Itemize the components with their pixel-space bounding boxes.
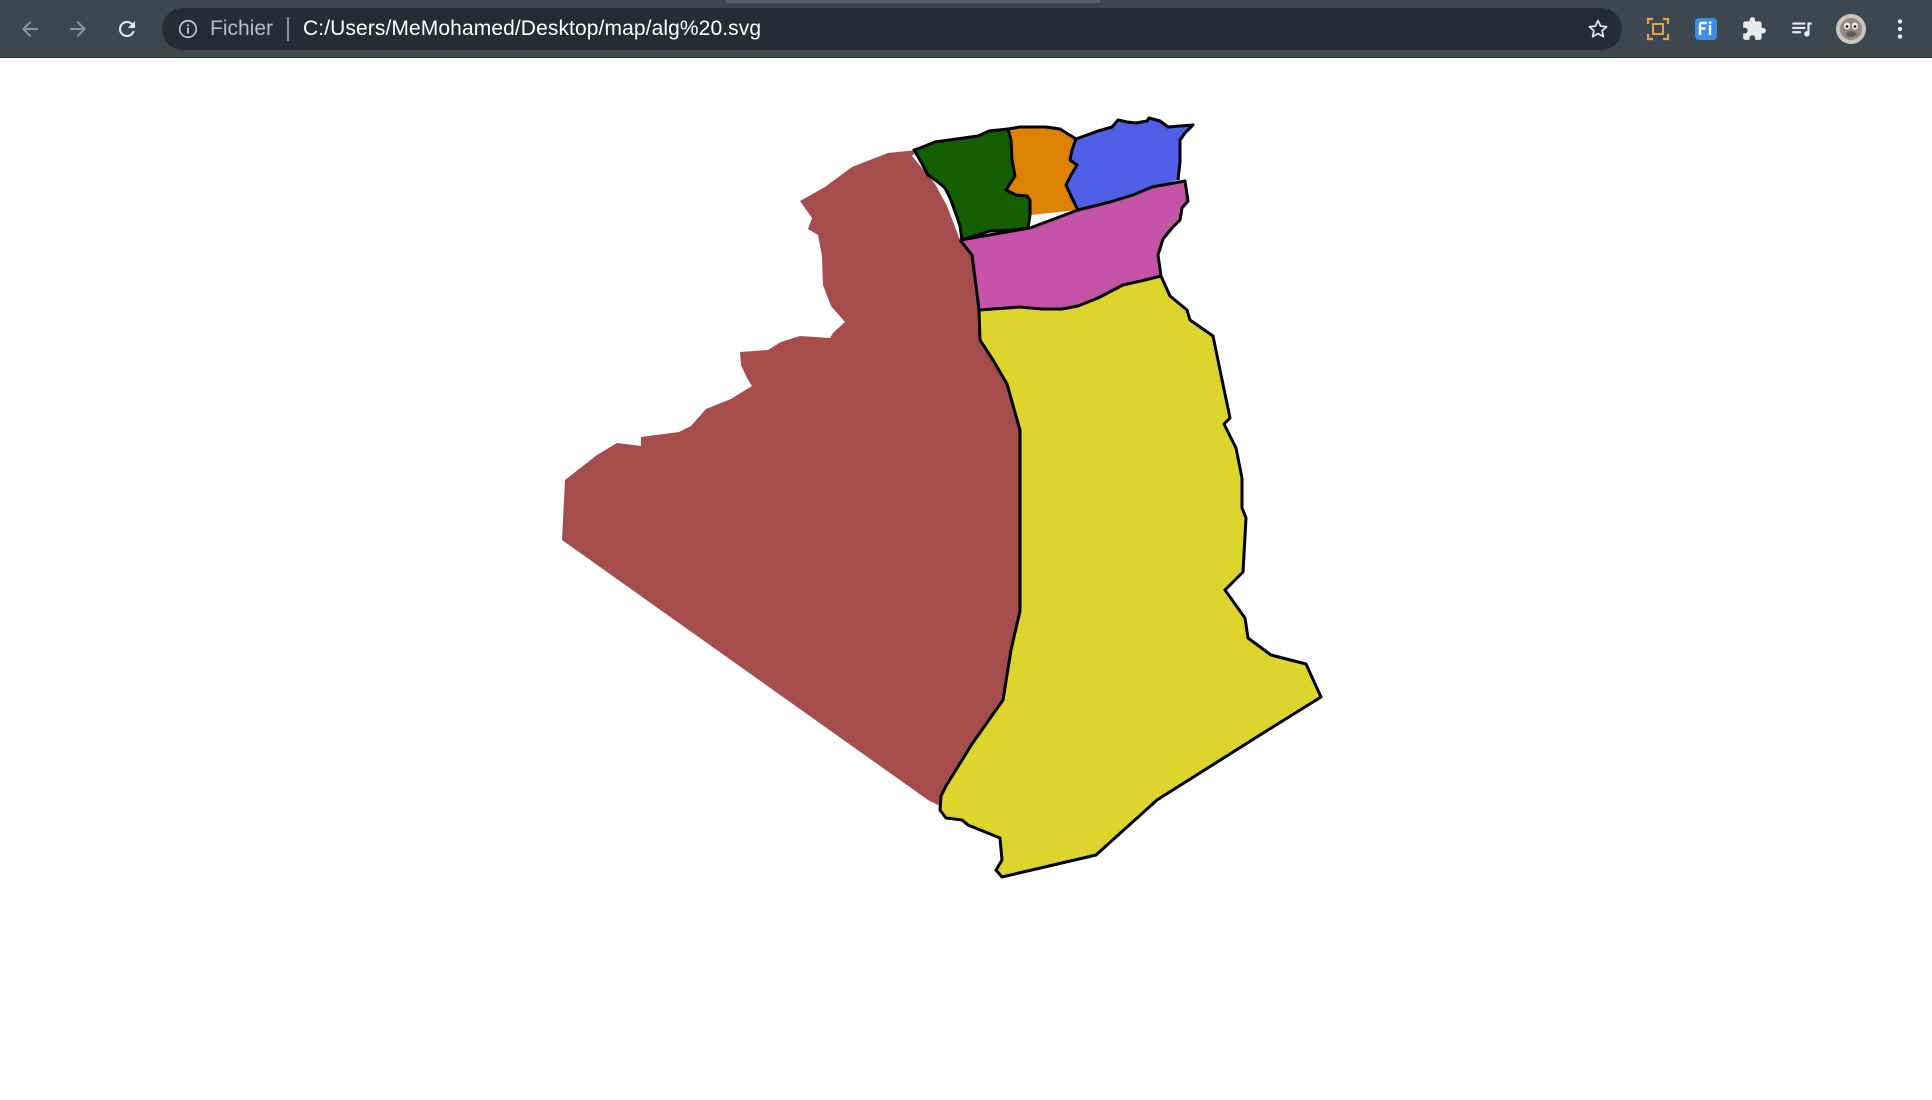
info-icon[interactable]	[176, 17, 200, 41]
back-arrow-icon[interactable]	[10, 9, 50, 49]
more-menu-icon[interactable]	[1880, 9, 1920, 49]
media-queue-icon[interactable]	[1782, 9, 1822, 49]
bookmark-star-icon[interactable]	[1586, 17, 1610, 41]
url-separator	[287, 17, 290, 41]
algeria-region-map	[562, 116, 1323, 879]
active-tab-indicator	[726, 0, 1100, 3]
address-bar[interactable]: Fichier C:/Users/MeMohamed/Desktop/map/a…	[162, 8, 1622, 50]
translate-extension-icon[interactable]	[1686, 9, 1726, 49]
scheme-label: Fichier	[210, 17, 274, 40]
reload-icon[interactable]	[107, 9, 147, 49]
screen-capture-icon[interactable]	[1638, 9, 1678, 49]
browser-toolbar: Fichier C:/Users/MeMohamed/Desktop/map/a…	[0, 0, 1932, 58]
extensions-puzzle-icon[interactable]	[1734, 9, 1774, 49]
profile-avatar[interactable]	[1831, 9, 1871, 49]
forward-arrow-icon[interactable]	[58, 9, 98, 49]
region-west[interactable]	[562, 150, 1020, 806]
svg-map-viewport	[0, 58, 1932, 1100]
url-text[interactable]: C:/Users/MeMohamed/Desktop/map/alg%20.sv…	[303, 17, 761, 41]
